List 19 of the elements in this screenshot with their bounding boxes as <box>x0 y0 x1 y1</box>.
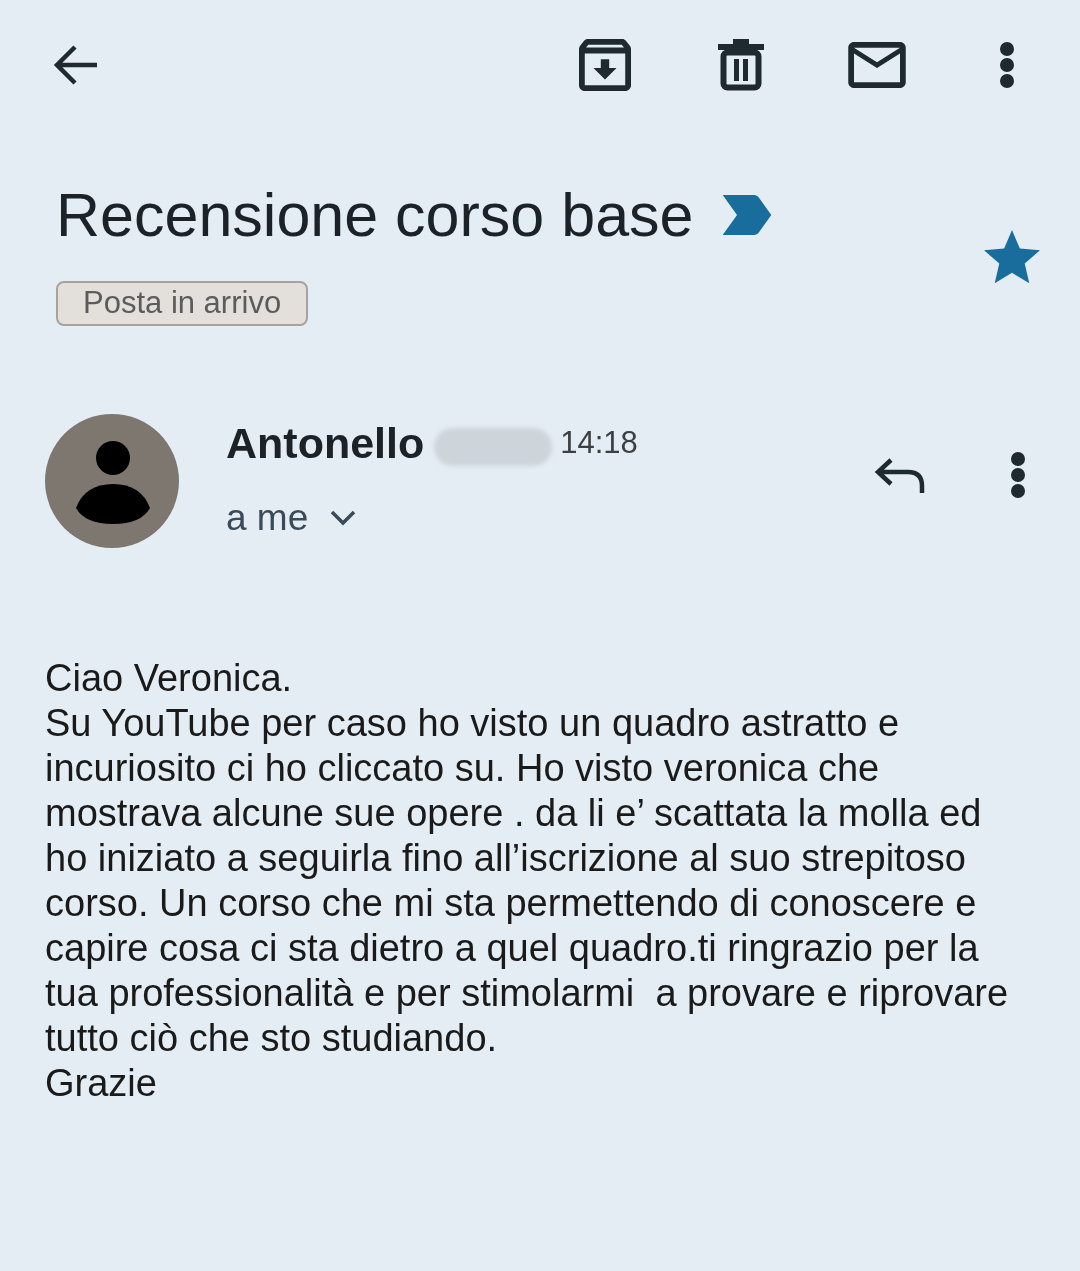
message-paragraph: Grazie <box>45 1061 158 1106</box>
message-paragraph: Su YouTube per caso ho visto un quadro astratto e incuriosito ci ho cliccato su. Ho visto veronica che mostrava alcune sue opere . da li e’ scattata la molla ed ho iniziato a seguirla fino all’iscrizione al suo strepitoso corso. Un corso che mi sta permettendo di conoscere e capire cosa ci sta dietro a quel quadro.ti ringrazio per la tua professionalità e per stimolarmi a provare e riprovare tutto ciò che sto studiando. <box>45 701 1010 1061</box>
recipient-details-toggle[interactable]: a me <box>226 490 357 546</box>
more-vertical-icon <box>999 41 1015 89</box>
important-marker-icon[interactable] <box>721 195 772 235</box>
chevron-down-icon <box>330 510 357 526</box>
message-time: 14:18 <box>560 424 638 462</box>
sender-name: Antonello <box>226 418 425 469</box>
message-paragraph: Ciao Veronica. <box>45 656 294 701</box>
back-arrow-icon <box>53 44 99 86</box>
email-subject: Recensione corso base <box>56 180 694 250</box>
archive-icon <box>579 39 631 91</box>
more-vertical-icon <box>1010 451 1026 499</box>
reply-arrow-icon <box>874 457 926 493</box>
avatar-icon[interactable] <box>45 414 179 548</box>
star-icon[interactable] <box>984 230 1040 284</box>
mail-icon <box>848 42 906 88</box>
trash-icon <box>718 39 764 91</box>
label-chip[interactable]: Posta in arrivo <box>56 281 309 326</box>
